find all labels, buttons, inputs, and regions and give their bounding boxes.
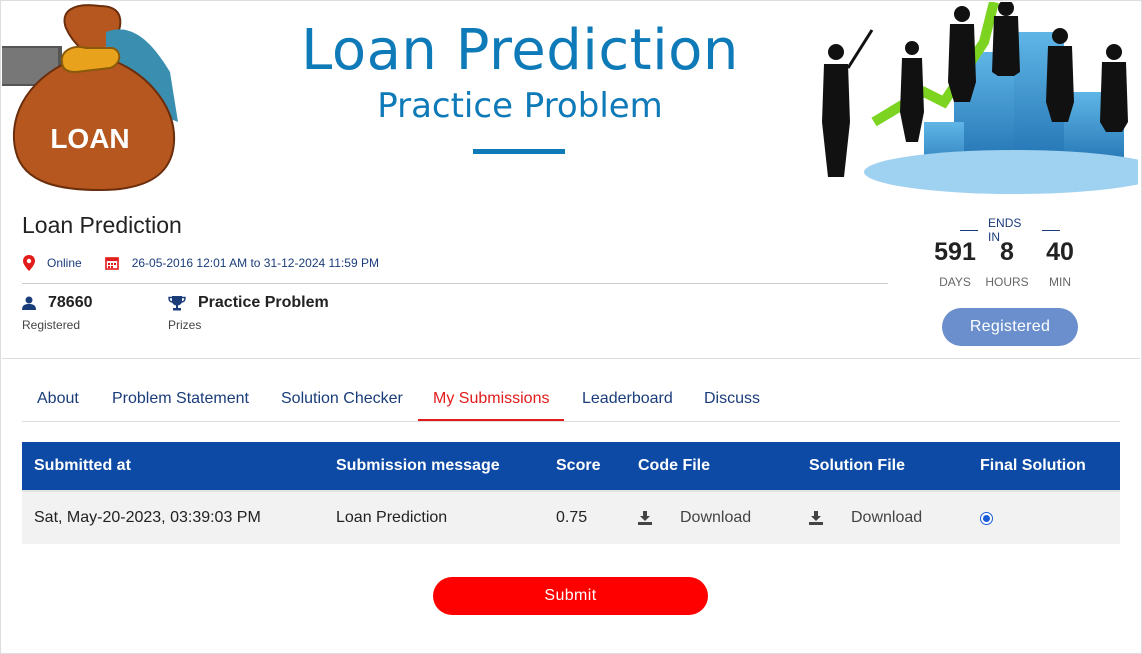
trophy-icon: [168, 296, 186, 311]
row-score: 0.75: [556, 509, 588, 526]
banner-underline: [473, 149, 565, 154]
prizes-label: Prizes: [168, 318, 202, 332]
header-final-solution: Final Solution: [980, 457, 1086, 474]
final-solution-cell: [980, 492, 993, 544]
row-message: Loan Prediction: [336, 509, 448, 526]
submissions-table: Submitted at Submission message Score Co…: [22, 442, 1120, 544]
countdown-days-value: 591: [934, 238, 976, 266]
hero-banner: LOAN Loan Prediction Practice Problem: [2, 2, 1138, 198]
section-divider: [2, 358, 1140, 359]
event-location: Online: [47, 256, 82, 270]
event-dates: 26-05-2016 12:01 AM to 31-12-2024 11:59 …: [131, 256, 379, 270]
countdown-hours-value: 8: [1000, 238, 1014, 266]
countdown-days-label: DAYS: [939, 275, 971, 289]
ends-in-dash-left: [960, 229, 979, 231]
final-solution-radio[interactable]: [980, 511, 993, 525]
header-submitted-at: Submitted at: [34, 457, 131, 474]
countdown-minutes-value: 40: [1046, 238, 1074, 266]
tab-solution-checker[interactable]: Solution Checker: [266, 380, 418, 421]
row-submitted-at: Sat, May-20-2023, 03:39:03 PM: [34, 509, 261, 526]
prize-value: Practice Problem: [198, 294, 329, 311]
tab-bar: About Problem Statement Solution Checker…: [22, 380, 1120, 422]
countdown-minutes: 40 MIN: [1035, 238, 1085, 289]
registered-stat: 78660 Registered: [22, 294, 93, 332]
radio-selected-dot: [983, 514, 990, 522]
countdown-days: 591 DAYS: [930, 238, 980, 289]
countdown-minutes-label: MIN: [1049, 275, 1071, 289]
download-icon: [809, 511, 823, 525]
solution-file-download[interactable]: Download: [809, 492, 922, 544]
solution-file-download-label[interactable]: Download: [851, 509, 922, 527]
table-row: Sat, May-20-2023, 03:39:03 PM Loan Predi…: [22, 490, 1120, 544]
tab-discuss[interactable]: Discuss: [689, 380, 775, 421]
code-file-download[interactable]: Download: [638, 492, 751, 544]
tab-about[interactable]: About: [22, 380, 94, 421]
registered-button[interactable]: Registered: [942, 308, 1078, 346]
table-header: Submitted at Submission message Score Co…: [22, 442, 1120, 490]
user-icon: [22, 296, 36, 310]
header-code-file: Code File: [638, 457, 711, 474]
prizes-stat: Practice Problem Prizes: [168, 294, 329, 332]
bag-label: LOAN: [50, 123, 129, 154]
tab-problem-statement[interactable]: Problem Statement: [97, 380, 264, 421]
business-people-illustration: [822, 2, 1138, 194]
registered-count: 78660: [48, 294, 93, 311]
download-icon: [638, 511, 652, 525]
event-title: Loan Prediction: [22, 212, 182, 238]
calendar-icon: [104, 257, 119, 270]
meta-divider: [22, 283, 888, 284]
code-file-download-label[interactable]: Download: [680, 509, 751, 527]
countdown-hours: 8 HOURS: [982, 238, 1032, 289]
countdown-hours-label: HOURS: [985, 275, 1029, 289]
submit-button[interactable]: Submit: [433, 577, 708, 615]
header-score: Score: [556, 457, 601, 474]
event-meta: Online 26-05-2016 12:01 AM to 31-12-2024…: [22, 255, 379, 271]
tab-leaderboard[interactable]: Leaderboard: [567, 380, 688, 421]
tab-my-submissions[interactable]: My Submissions: [418, 380, 565, 421]
registered-label: Registered: [22, 318, 81, 332]
header-submission-message: Submission message: [336, 457, 500, 474]
map-pin-icon: [23, 255, 35, 271]
header-solution-file: Solution File: [809, 457, 905, 474]
ends-in-dash-right: [1041, 229, 1061, 231]
